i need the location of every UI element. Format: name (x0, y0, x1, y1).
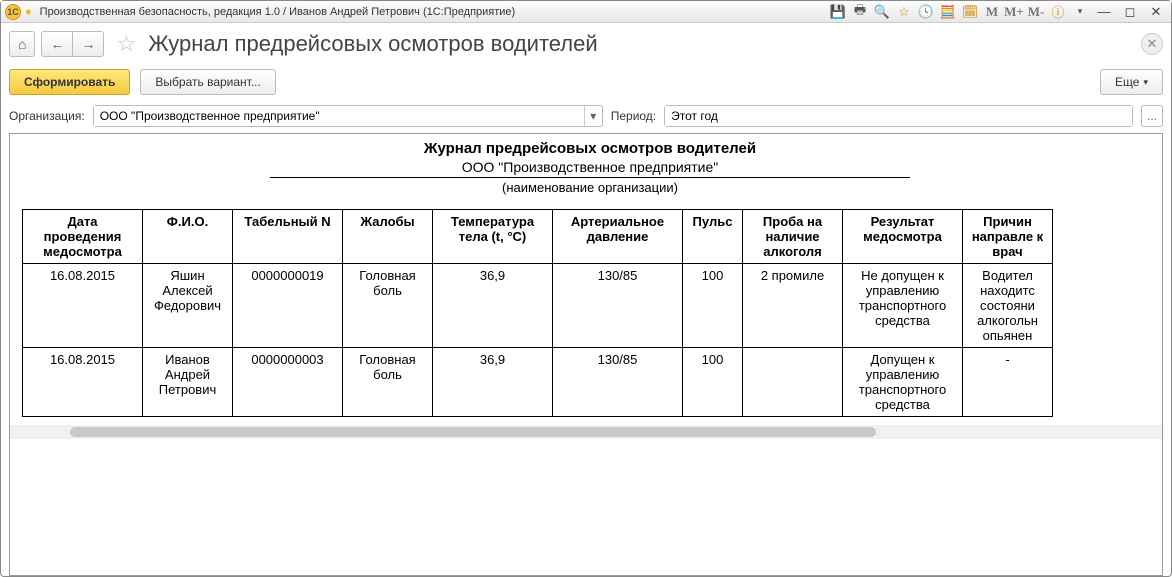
forward-button[interactable]: → (72, 31, 104, 57)
org-dropdown-icon[interactable]: ▾ (584, 106, 602, 126)
cell-reason: - (963, 348, 1053, 417)
minimize-button[interactable]: — (1093, 4, 1115, 19)
close-button[interactable]: ✕ (1145, 4, 1167, 20)
cell-temp: 36,9 (433, 348, 553, 417)
calendar-icon[interactable]: 🗓 (961, 4, 979, 20)
info-icon[interactable]: ⓘ (1049, 4, 1067, 20)
period-field[interactable] (664, 105, 1133, 127)
period-picker-button[interactable]: ... (1141, 105, 1163, 127)
cell-result: Допущен к управлению транспортного средс… (843, 348, 963, 417)
back-button[interactable]: ← (41, 31, 72, 57)
generate-button[interactable]: Сформировать (9, 69, 130, 95)
col-reason: Причин направле к врач (963, 210, 1053, 264)
horizontal-scrollbar[interactable] (10, 425, 1162, 439)
action-row: Сформировать Выбрать вариант... Еще ▾ (9, 69, 1163, 95)
cell-reason: Водител находитс состояни алкогольн опья… (963, 264, 1053, 348)
page-title: Журнал предрейсовых осмотров водителей (148, 31, 597, 57)
col-temp: Температура тела (t, °C) (433, 210, 553, 264)
period-input[interactable] (665, 106, 1132, 126)
col-date: Дата проведения медосмотра (23, 210, 143, 264)
cell-pulse: 100 (683, 348, 743, 417)
org-combo[interactable]: ▾ (93, 105, 603, 127)
star-icon[interactable]: ☆ (116, 31, 136, 57)
org-input[interactable] (94, 106, 584, 126)
report-org: ООО "Производственное предприятие" (270, 159, 910, 178)
cell-alcohol (743, 348, 843, 417)
chevron-down-icon[interactable]: ▾ (1071, 4, 1089, 20)
col-complaints: Жалобы (343, 210, 433, 264)
cell-alcohol: 2 промиле (743, 264, 843, 348)
cell-date: 16.08.2015 (23, 348, 143, 417)
col-pulse: Пульс (683, 210, 743, 264)
more-button[interactable]: Еще ▾ (1100, 69, 1163, 95)
history-icon[interactable]: 🕓 (917, 4, 935, 20)
table-header-row: Дата проведения медосмотра Ф.И.О. Табель… (23, 210, 1053, 264)
cell-tabno: 0000000019 (233, 264, 343, 348)
report-area[interactable]: Журнал предрейсовых осмотров водителей О… (9, 133, 1163, 576)
close-page-button[interactable]: ✕ (1141, 33, 1163, 55)
org-label: Организация: (9, 109, 85, 123)
filter-row: Организация: ▾ Период: ... (9, 105, 1163, 127)
nav-row: ⌂ ← → ☆ Журнал предрейсовых осмотров вод… (9, 31, 1163, 57)
col-tabno: Табельный N (233, 210, 343, 264)
home-button[interactable]: ⌂ (9, 31, 35, 57)
table-row[interactable]: 16.08.2015Яшин Алексей Федорович00000000… (23, 264, 1053, 348)
cell-bp: 130/85 (553, 348, 683, 417)
scrollbar-thumb[interactable] (70, 427, 876, 437)
bullet-icon: ● (25, 6, 32, 18)
period-label: Период: (611, 109, 656, 123)
cell-fio: Яшин Алексей Федорович (143, 264, 233, 348)
save-icon[interactable]: 💾 (829, 4, 847, 20)
report-title: Журнал предрейсовых осмотров водителей (10, 140, 1163, 157)
window-title: Производственная безопасность, редакция … (40, 6, 516, 18)
memory-mm-icon[interactable]: M- (1027, 4, 1045, 20)
col-result: Результат медосмотра (843, 210, 963, 264)
col-fio: Ф.И.О. (143, 210, 233, 264)
col-bp: Артериальное давление (553, 210, 683, 264)
cell-bp: 130/85 (553, 264, 683, 348)
cell-complaints: Головная боль (343, 264, 433, 348)
app-logo-icon: 1C (5, 4, 21, 20)
favorite-icon[interactable]: ☆ (895, 4, 913, 20)
cell-pulse: 100 (683, 264, 743, 348)
maximize-button[interactable]: ◻ (1119, 4, 1141, 20)
choose-variant-button[interactable]: Выбрать вариант... (140, 69, 275, 95)
memory-m-icon[interactable]: M (983, 4, 1001, 20)
col-alcohol: Проба на наличие алкоголя (743, 210, 843, 264)
ellipsis-icon: ... (1147, 109, 1157, 123)
report-sub: (наименование организации) (10, 180, 1163, 195)
cell-date: 16.08.2015 (23, 264, 143, 348)
generate-button-label: Сформировать (24, 75, 115, 89)
cell-fio: Иванов Андрей Петрович (143, 348, 233, 417)
cell-temp: 36,9 (433, 264, 553, 348)
cell-result: Не допущен к управлению транспортного ср… (843, 264, 963, 348)
calculator-icon[interactable]: 🧮 (939, 4, 957, 20)
titlebar: 1C ● Производственная безопасность, реда… (1, 1, 1171, 23)
table-row[interactable]: 16.08.2015Иванов Андрей Петрович00000000… (23, 348, 1053, 417)
chevron-down-icon: ▾ (1143, 77, 1148, 88)
print-icon[interactable]: 🖶 (851, 4, 869, 20)
search-icon[interactable]: 🔍 (873, 4, 891, 20)
more-label: Еще (1115, 75, 1139, 89)
cell-complaints: Головная боль (343, 348, 433, 417)
cell-tabno: 0000000003 (233, 348, 343, 417)
report-table: Дата проведения медосмотра Ф.И.О. Табель… (22, 209, 1053, 417)
memory-mp-icon[interactable]: M+ (1005, 4, 1023, 20)
choose-variant-label: Выбрать вариант... (155, 75, 260, 89)
